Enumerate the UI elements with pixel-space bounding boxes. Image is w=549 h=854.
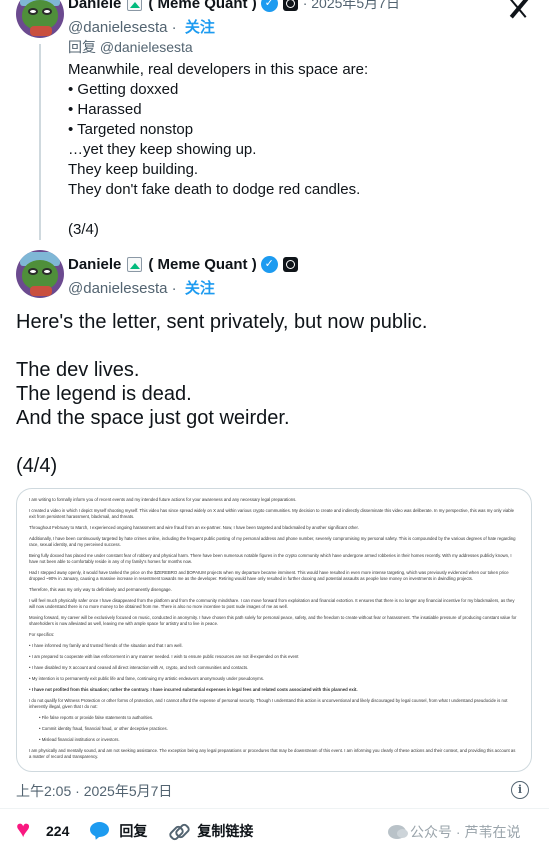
- watermark-text: 公众号 · 芦苇在说: [410, 824, 521, 840]
- divider: [0, 808, 549, 809]
- tweet-line: • Targeted nonstop: [68, 121, 194, 138]
- letter-image[interactable]: I am writing to formally inform you of r…: [16, 488, 532, 772]
- image-icon: [127, 256, 143, 272]
- author-handle[interactable]: @danielesesta: [68, 19, 167, 36]
- letter-paragraph: Being fully doxxed has placed me under c…: [29, 553, 512, 564]
- wechat-icon: [388, 825, 408, 839]
- tweet-line: …yet they keep showing up.: [68, 141, 257, 158]
- tweet-line: Meanwhile, real developers in this space…: [68, 61, 369, 78]
- handle-row: @danielesesta · 关注: [68, 16, 215, 37]
- watermark: 公众号 · 芦苇在说: [388, 822, 520, 842]
- tweet-line: And the space just got weirder.: [16, 407, 290, 429]
- copy-link-label: 复制链接: [197, 823, 254, 839]
- post-time[interactable]: · 2025年5月7日: [303, 0, 400, 13]
- tweet-line: They don't fake death to dodge red candl…: [68, 181, 361, 198]
- tweet-text: Meanwhile, real developers in this space…: [68, 60, 528, 240]
- reply-to: 回复 @danielesesta: [68, 37, 193, 57]
- avatar[interactable]: [16, 0, 64, 38]
- letter-paragraph: • File false reports or provide false st…: [39, 715, 154, 720]
- affiliate-badge-icon[interactable]: [282, 0, 298, 11]
- author-row: Daniele ( Meme Quant ) ✓ · 2025年5月7日: [68, 0, 400, 14]
- letter-paragraph: Had I stepped away openly, it would have…: [29, 570, 509, 581]
- letter-paragraph: I am writing to formally inform you of r…: [29, 497, 297, 502]
- author-row: Daniele ( Meme Quant ) ✓: [68, 253, 298, 275]
- author-name-suffix[interactable]: ( Meme Quant ): [148, 256, 256, 273]
- thread-line: [39, 44, 41, 240]
- tweet-line: (4/4): [16, 455, 58, 477]
- reply-icon: [89, 820, 111, 842]
- author-handle[interactable]: @danielesesta: [68, 280, 167, 297]
- letter-paragraph: For specifics:: [29, 632, 55, 637]
- letter-paragraph: I am physically and mentally sound, and …: [29, 748, 516, 759]
- letter-paragraph: • I have informed my family and trusted …: [29, 643, 183, 648]
- reply-to-handle[interactable]: @danielesesta: [100, 39, 193, 55]
- verified-icon[interactable]: ✓: [260, 0, 278, 12]
- letter-paragraph: • I have not profited from this situatio…: [29, 687, 358, 692]
- image-icon: [127, 0, 143, 11]
- letter-paragraph: Throughout February to March, I experien…: [29, 525, 359, 530]
- reply-to-label: 回复: [68, 39, 96, 55]
- letter-paragraph: I will feel much physically safer once I…: [29, 598, 515, 609]
- letter-paragraph: I created a video in which I depict myse…: [29, 508, 514, 519]
- tweet-line: [68, 200, 528, 220]
- action-bar: 224 回复 复制链接: [16, 816, 273, 844]
- tweet-line: [16, 334, 533, 358]
- letter-paragraph: • Mislead financial institutions or inve…: [39, 737, 120, 742]
- tweet-line: (3/4): [68, 221, 99, 238]
- reply-button[interactable]: 回复: [89, 820, 147, 842]
- tweet-line: • Getting doxxed: [68, 81, 179, 98]
- reply-label: 回复: [119, 823, 148, 839]
- letter-paragraph: • Commit identity fraud, financial fraud…: [39, 726, 168, 731]
- tweet-line: • Harassed: [68, 101, 142, 118]
- affiliate-badge-icon[interactable]: [282, 256, 298, 272]
- letter-paragraph: Moving forward, my career will be exclus…: [29, 615, 517, 626]
- like-count: 224: [46, 823, 70, 839]
- link-icon: [167, 820, 189, 842]
- letter-paragraph: Therefore, this was my only way to defin…: [29, 587, 172, 592]
- follow-button[interactable]: 关注: [185, 19, 215, 36]
- tweet-line: [16, 430, 533, 454]
- post-timestamp[interactable]: 上午2:05 · 2025年5月7日: [16, 781, 172, 801]
- letter-paragraph: I do not qualify for Witness Protection …: [29, 698, 508, 709]
- tweet-line: The legend is dead.: [16, 383, 192, 405]
- separator: ·: [171, 19, 177, 36]
- info-icon[interactable]: i: [511, 781, 529, 799]
- handle-row: @danielesesta · 关注: [68, 277, 215, 298]
- tweet-line: The dev lives.: [16, 359, 140, 381]
- letter-paragraph: • My intention is to permanently exit pu…: [29, 676, 265, 681]
- x-logo-icon[interactable]: [506, 0, 532, 20]
- letter-paragraph: • I have disabled my X account and cease…: [29, 665, 249, 670]
- avatar[interactable]: [16, 250, 64, 298]
- author-name[interactable]: Daniele: [68, 256, 121, 273]
- like-button[interactable]: 224: [16, 816, 70, 844]
- copy-link-button[interactable]: 复制链接: [167, 820, 253, 842]
- tweet-line: Here's the letter, sent privately, but n…: [16, 311, 428, 333]
- letter-paragraph: Additionally, I have been continuously t…: [29, 536, 516, 547]
- verified-icon[interactable]: ✓: [260, 255, 278, 273]
- tweet-line: They keep building.: [68, 161, 199, 178]
- heart-icon: [16, 816, 38, 844]
- author-name[interactable]: Daniele: [68, 0, 121, 12]
- separator: ·: [171, 280, 177, 297]
- author-name-suffix[interactable]: ( Meme Quant ): [148, 0, 256, 12]
- follow-button[interactable]: 关注: [185, 280, 215, 297]
- tweet-text: Here's the letter, sent privately, but n…: [16, 310, 533, 478]
- letter-paragraph: • I am prepared to cooperate with law en…: [29, 654, 299, 659]
